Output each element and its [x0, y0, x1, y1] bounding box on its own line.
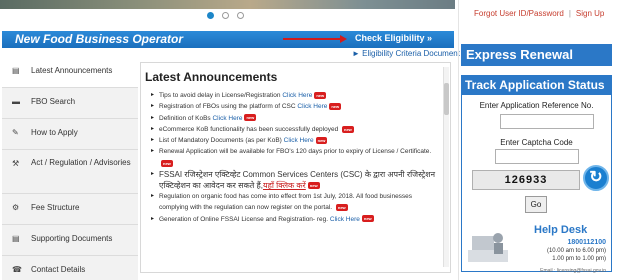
- hindi-click-here-link[interactable]: यहाँ क्लिक करें: [263, 181, 306, 190]
- gavel-icon: ⚒: [12, 159, 20, 168]
- sidebar-item-label: Supporting Documents: [31, 234, 113, 243]
- announcement-list: Tips to avoid delay in License/Registrat…: [151, 90, 441, 225]
- sign-up-link[interactable]: Sign Up: [576, 9, 604, 18]
- click-here-link[interactable]: Click Here: [284, 137, 314, 144]
- new-badge: new: [314, 91, 327, 99]
- sidebar-item[interactable]: ▬ FBO Search: [2, 88, 138, 119]
- sidebar-item[interactable]: ⚙ Fee Structure: [2, 194, 138, 225]
- sidebar-item[interactable]: ⚒ Act / Regulation / Advisories: [2, 150, 138, 194]
- sidebar-item-label: How to Apply: [31, 128, 78, 137]
- document-icon: ▤: [12, 234, 20, 243]
- new-badge: new: [342, 125, 354, 133]
- announcement-text: Definition of KoBs: [159, 114, 213, 122]
- carousel-dot[interactable]: [207, 12, 214, 19]
- check-eligibility-link[interactable]: Check Eligibility »: [355, 33, 432, 43]
- sidebar-item-label: Latest Announcements: [31, 66, 113, 75]
- forgot-password-link[interactable]: Forgot User ID/Password: [474, 9, 564, 18]
- helpdesk-phone: 1800112100: [567, 239, 606, 246]
- click-here-link[interactable]: Click Here: [212, 115, 242, 122]
- left-nav: ▤ Latest Announcements ▬ FBO Search ✎ How to …: [2, 57, 138, 280]
- click-here-link[interactable]: Click Here: [330, 216, 360, 223]
- track-title: Track Application Status: [462, 76, 611, 95]
- pointer-arrow: [283, 38, 343, 40]
- announcements-panel: Latest Announcements Tips to avoid delay…: [140, 62, 451, 273]
- announcement-item: Tips to avoid delay in License/Registrat…: [151, 90, 441, 102]
- announcement-text: Regulation on organic food has come into…: [159, 193, 413, 212]
- reference-input[interactable]: [500, 114, 594, 129]
- go-button[interactable]: Go: [525, 196, 547, 213]
- helpdesk-agent-icon: [468, 233, 508, 262]
- new-badge: new: [315, 136, 328, 144]
- announcement-item: FSSAI रजिस्ट्रेशन एक्टिव्हेट Common Serv…: [151, 169, 441, 191]
- carousel-dot[interactable]: [222, 12, 229, 19]
- announcement-item: Regulation on organic food has come into…: [151, 191, 441, 214]
- chat-icon: ▬: [12, 97, 20, 106]
- scrollbar-thumb[interactable]: [444, 83, 449, 115]
- helpdesk-title: Help Desk: [534, 224, 588, 236]
- announcement-item: eCommerce KoB functionality has been suc…: [151, 124, 441, 135]
- new-badge: new: [329, 103, 342, 111]
- scrollbar[interactable]: [443, 67, 449, 267]
- refresh-captcha-icon[interactable]: ↻: [583, 165, 609, 191]
- sidebar-item[interactable]: ✎ How to Apply: [2, 119, 138, 150]
- sidebar-item[interactable]: ▤ Latest Announcements: [2, 57, 138, 88]
- phone-icon: ☎: [12, 265, 22, 274]
- announcement-item: Renewal Application will be available fo…: [151, 146, 441, 169]
- sidebar-item-label: Contact Details: [31, 265, 86, 274]
- new-badge: new: [335, 204, 348, 212]
- new-badge: new: [307, 182, 320, 190]
- arrowhead-icon: [340, 35, 347, 43]
- carousel-dot[interactable]: [237, 12, 244, 19]
- click-here-link[interactable]: Click Here: [297, 103, 327, 110]
- divider: [458, 0, 459, 280]
- announcement-item: List of Mandatory Documents (as per KoB)…: [151, 135, 441, 147]
- new-badge: new: [161, 159, 173, 167]
- announcement-item: Definition of KoBs Click Herenew: [151, 113, 441, 124]
- announcement-text: Renewal Application will be available fo…: [159, 148, 432, 156]
- carousel-dots: [207, 12, 244, 19]
- announcement-item: Generation of Online FSSAI License and R…: [151, 214, 441, 225]
- captcha-label: Enter Captcha Code: [500, 138, 573, 147]
- helpdesk-hours: (10.00 am to 6.00 pm): [546, 248, 606, 254]
- helpdesk-email[interactable]: Email : licensing@fssai.gov.in: [540, 268, 606, 274]
- new-badge: new: [361, 215, 374, 223]
- new-badge: new: [244, 114, 257, 122]
- click-here-link[interactable]: Click Here: [282, 92, 312, 99]
- sidebar-item[interactable]: ☎ Contact Details: [2, 256, 138, 280]
- captcha-image: 126933: [472, 170, 580, 190]
- helpdesk-hours-2: 1.00 pm to 1.00 pm): [552, 256, 606, 262]
- announcement-text: eCommerce KoB functionality has been suc…: [159, 125, 341, 133]
- banner-image: [0, 0, 455, 9]
- sidebar-item-label: Fee Structure: [31, 203, 80, 212]
- new-fbo-bar: New Food Business Operator Check Eligibi…: [2, 31, 454, 48]
- gear-icon: ⚙: [12, 203, 20, 212]
- announcement-text: Tips to avoid delay in License/Registrat…: [159, 92, 283, 99]
- help-desk: Help Desk 1800112100 (10.00 am to 6.00 p…: [462, 222, 612, 280]
- captcha-input[interactable]: [495, 149, 579, 164]
- top-links: Forgot User ID/Password | Sign Up: [474, 9, 604, 18]
- sidebar-item[interactable]: ▤ Supporting Documents: [2, 225, 138, 256]
- announcement-text: List of Mandatory Documents (as per KoB): [159, 137, 284, 145]
- announcement-text: Registration of FBOs using the platform …: [159, 103, 298, 111]
- sidebar-item-label: Act / Regulation / Advisories: [31, 158, 131, 167]
- eligibility-criteria-link[interactable]: ► Eligibility Criteria Document: [352, 49, 460, 58]
- announcement-text: Generation of Online FSSAI License and R…: [159, 215, 330, 223]
- announcements-heading: Latest Announcements: [145, 70, 278, 84]
- megaphone-icon: ▤: [12, 66, 20, 75]
- new-fbo-title: New Food Business Operator: [15, 32, 184, 46]
- pencil-icon: ✎: [12, 128, 19, 137]
- announcement-item: Registration of FBOs using the platform …: [151, 101, 441, 113]
- express-renewal-button[interactable]: Express Renewal: [461, 44, 612, 66]
- reference-label: Enter Application Reference No.: [479, 101, 594, 110]
- sidebar-item-label: FBO Search: [31, 97, 76, 106]
- link-separator: |: [568, 9, 571, 18]
